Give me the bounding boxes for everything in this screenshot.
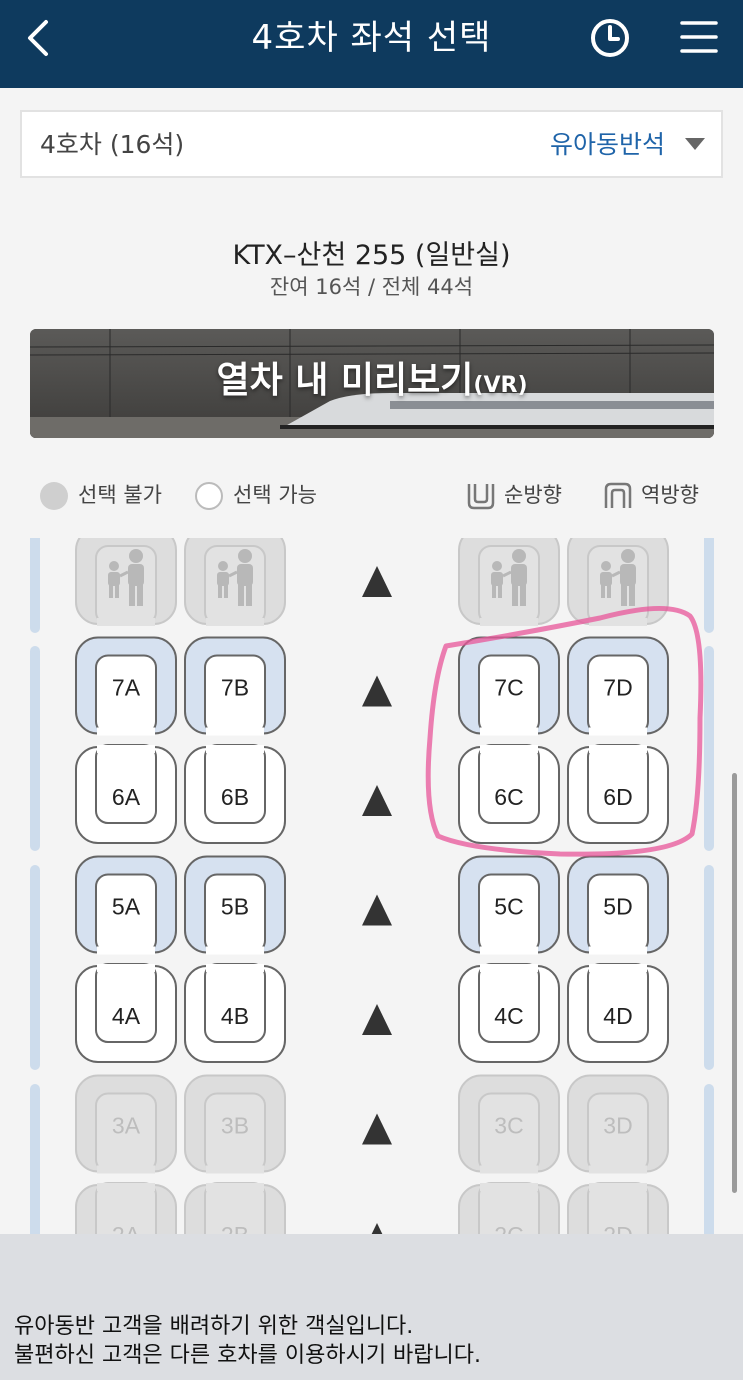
history-button[interactable] — [588, 16, 632, 60]
legend-reverse-label: 역방향 — [641, 483, 699, 507]
seat-2c: 2C — [458, 1182, 560, 1235]
seat-label: 6D — [603, 784, 632, 810]
seat-7d[interactable]: 7D — [567, 636, 669, 736]
seat-3c: 3C — [458, 1074, 560, 1174]
direction-arrow-icon — [362, 675, 392, 707]
seat-label: 7C — [494, 675, 523, 701]
legend-forward: 순방향 — [466, 478, 562, 512]
direction-arrow-icon — [362, 566, 392, 597]
seat-3d: 3D — [567, 1074, 669, 1174]
seat-map-canvas: 7A 7B 7C 7D 6A 6B 6C 6D 5A 5B 5C 5D 4A 4B 4C 4D 3A 3B 3C 3D… — [30, 538, 737, 1235]
seat-7a[interactable]: 7A — [75, 636, 177, 736]
seat-label: 7A — [112, 675, 141, 701]
seat-label: 3D — [603, 1113, 632, 1139]
seat-label: 5B — [221, 894, 249, 920]
car-select-dropdown[interactable]: 4호차 (16석) 유아동반석 — [20, 110, 723, 178]
seat-family — [75, 538, 177, 626]
seat-label: 4A — [112, 1003, 141, 1029]
seat-2a: 2A — [75, 1182, 177, 1235]
seat-3a: 3A — [75, 1074, 177, 1174]
seat-label: 4C — [494, 1003, 523, 1029]
direction-arrow-icon — [362, 1113, 392, 1145]
seat-6d[interactable]: 6D — [567, 744, 669, 844]
available-dot-icon — [195, 482, 223, 510]
seat-5d[interactable]: 5D — [567, 855, 669, 955]
seat-2b: 2B — [184, 1182, 286, 1235]
wall-bar-right — [704, 538, 714, 633]
wall-bar-right — [704, 646, 714, 851]
seat-6a[interactable]: 6A — [75, 744, 177, 844]
seat-label: 7D — [603, 675, 632, 701]
direction-arrow-icon — [362, 785, 392, 816]
seat-6c[interactable]: 6C — [458, 744, 560, 844]
wall-bar-right — [704, 1084, 714, 1235]
wall-bar-right — [704, 865, 714, 1070]
clock-icon — [591, 19, 629, 57]
car-select-value: 4호차 (16석) — [40, 130, 185, 159]
seat-family — [184, 538, 286, 626]
seat-label: 3C — [494, 1113, 523, 1139]
seat-7c[interactable]: 7C — [458, 636, 560, 736]
wall-bar-left — [30, 1084, 40, 1235]
notice-panel: 유아동반 고객을 배려하기 위한 객실입니다. 불편하신 고객은 다른 호차를 … — [0, 1234, 743, 1380]
seat-label: 4B — [221, 1003, 249, 1029]
dropdown-arrow-icon — [685, 138, 705, 150]
direction-arrow-icon — [362, 894, 392, 926]
legend-forward-label: 순방향 — [504, 483, 562, 507]
unavailable-dot-icon — [40, 482, 68, 510]
seat-label: 4D — [603, 1003, 632, 1029]
scrollbar[interactable] — [732, 773, 737, 1193]
seat-2d: 2D — [567, 1182, 669, 1235]
notice-line-2: 불편하신 고객은 다른 호차를 이용하시기 바랍니다. — [14, 1343, 482, 1368]
seat-4b[interactable]: 4B — [184, 963, 286, 1063]
forward-seat-icon — [467, 484, 495, 510]
seat-4a[interactable]: 4A — [75, 963, 177, 1063]
seat-4c[interactable]: 4C — [458, 963, 560, 1063]
legend-reverse: 역방향 — [603, 478, 699, 512]
legend-unavailable-label: 선택 불가 — [78, 483, 162, 507]
seat-3b: 3B — [184, 1074, 286, 1174]
legend-available-label: 선택 가능 — [233, 483, 317, 507]
direction-arrow-icon — [362, 1004, 392, 1035]
wall-bar-left — [30, 646, 40, 851]
wall-bar-left — [30, 865, 40, 1070]
seat-6b[interactable]: 6B — [184, 744, 286, 844]
seat-5a[interactable]: 5A — [75, 855, 177, 955]
hamburger-menu-icon — [680, 21, 718, 53]
seat-count: 잔여 16석 / 전체 44석 — [269, 275, 474, 299]
seat-5c[interactable]: 5C — [458, 855, 560, 955]
notice-line-1: 유아동반 고객을 배려하기 위한 객실입니다. — [14, 1314, 414, 1339]
banner-label: 열차 내 미리보기 — [216, 360, 474, 401]
car-type-tag: 유아동반석 — [549, 130, 665, 159]
wall-bar-left — [30, 538, 40, 633]
seat-label: 5C — [494, 894, 523, 920]
seat-label: 6C — [494, 784, 523, 810]
menu-button[interactable] — [676, 16, 722, 60]
seat-label: 5D — [603, 894, 632, 920]
legend-available: 선택 가능 — [195, 478, 317, 512]
seat-4d[interactable]: 4D — [567, 963, 669, 1063]
seat-label: 5A — [112, 894, 141, 920]
banner-suffix: (VR) — [473, 373, 528, 398]
legend-unavailable: 선택 불가 — [40, 478, 162, 512]
train-name: KTX–산천 255 (일반실) — [232, 240, 511, 271]
seat-5b[interactable]: 5B — [184, 855, 286, 955]
vr-preview-banner[interactable]: 열차 내 미리보기(VR) — [30, 329, 714, 438]
reverse-seat-icon — [604, 482, 632, 508]
seat-label: 3B — [221, 1113, 249, 1139]
seat-label: 6A — [112, 784, 141, 810]
seat-7b[interactable]: 7B — [184, 636, 286, 736]
seat-label: 3A — [112, 1113, 141, 1139]
seat-map: 7A 7B 7C 7D 6A 6B 6C 6D 5A 5B 5C 5D 4A 4B 4C 4D 3A 3B 3C 3D… — [0, 538, 743, 1235]
seat-label: 6B — [221, 784, 249, 810]
seat-label: 7B — [221, 675, 249, 701]
seat-family — [458, 538, 560, 626]
app-header: 4호차 좌석 선택 — [0, 0, 743, 88]
